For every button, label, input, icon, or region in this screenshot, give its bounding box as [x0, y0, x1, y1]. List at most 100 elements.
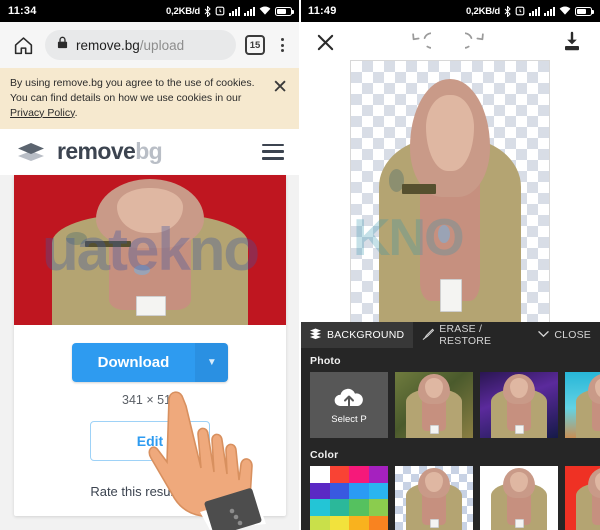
bluetooth-icon — [504, 5, 511, 17]
close-x-icon[interactable] — [316, 33, 335, 56]
status-clock: 11:49 — [308, 5, 337, 17]
palette-swatch-7[interactable] — [368, 482, 388, 499]
download-button[interactable]: Download — [71, 342, 196, 382]
cookie-text-after: . — [74, 106, 78, 119]
palette-swatch-15[interactable] — [368, 515, 388, 530]
site-header: removebg — [0, 128, 300, 175]
portrait-pin — [133, 264, 150, 276]
cloud-upload-icon — [332, 386, 366, 410]
privacy-policy-link[interactable]: Privacy Policy — [10, 107, 75, 119]
portrait-face — [426, 94, 474, 172]
color-swatch-red[interactable] — [565, 466, 600, 530]
brush-icon — [422, 328, 435, 343]
image-dimensions-label: 341 × 512 — [122, 392, 178, 407]
right-phone-screenshot: 11:49 0,2KB/d KNO BACKGROUND ERASE / RES… — [300, 0, 600, 530]
palette-swatch-12[interactable] — [310, 515, 330, 530]
color-section-label: Color — [310, 449, 339, 461]
photo-thumbnail-foliage[interactable] — [395, 372, 473, 438]
status-clock: 11:34 — [8, 5, 37, 17]
palette-swatch-14[interactable] — [349, 515, 369, 530]
palette-swatch-4[interactable] — [310, 482, 330, 499]
home-icon[interactable] — [10, 32, 36, 58]
tab-close-label: CLOSE — [554, 329, 591, 341]
cookie-text-before: By using remove.bg you agree to the use … — [10, 77, 255, 104]
color-swatch-white[interactable] — [480, 466, 558, 530]
rate-result-label: Rate this result: — [90, 483, 181, 499]
color-swatch-transparent[interactable] — [395, 466, 473, 530]
color-palette-grid[interactable] — [310, 466, 388, 530]
status-icon-group: 0,2KB/d — [166, 5, 294, 17]
palette-swatch-8[interactable] — [310, 499, 330, 516]
close-icon[interactable]: ✕ — [272, 76, 292, 97]
download-button-group[interactable]: Download ▼ — [71, 342, 229, 382]
redo-arrow-icon[interactable] — [455, 31, 487, 58]
wifi-icon — [259, 6, 271, 16]
alarm-icon — [215, 6, 225, 16]
tab-background-label: BACKGROUND — [327, 329, 405, 341]
left-phone-screenshot: 11:34 0,2KB/d remove.bg/upload 15 By usi… — [0, 0, 300, 530]
select-photo-button[interactable]: Select P — [310, 372, 388, 438]
portrait-id-badge — [440, 278, 462, 312]
photo-thumbnail-purple-stage[interactable] — [480, 372, 558, 438]
address-bar-text: remove.bg/upload — [76, 38, 184, 53]
portrait-image-cutout — [351, 72, 549, 327]
thumbnail-portrait — [565, 466, 600, 530]
brand-primary: remove — [57, 138, 136, 165]
editor-canvas[interactable]: KNO — [350, 60, 550, 328]
url-domain: remove.bg — [76, 37, 140, 53]
edit-button[interactable]: Edit — [90, 420, 210, 461]
signal-2-icon — [244, 6, 255, 16]
thumbnail-portrait — [480, 466, 558, 530]
address-bar[interactable]: remove.bg/upload — [45, 30, 236, 60]
chevron-down-icon — [538, 329, 550, 341]
signal-2-icon — [544, 6, 555, 16]
tab-background[interactable]: BACKGROUND — [300, 322, 414, 348]
color-thumbnail-row — [300, 466, 600, 530]
lock-icon — [57, 36, 68, 54]
battery-icon — [275, 6, 294, 16]
palette-swatch-2[interactable] — [349, 466, 369, 483]
result-photo: uatekno — [14, 174, 286, 325]
palette-swatch-3[interactable] — [368, 466, 388, 483]
url-path: /upload — [139, 37, 185, 53]
network-rate-label: 0,2KB/d — [166, 5, 200, 17]
palette-swatch-0[interactable] — [310, 466, 330, 483]
palette-swatch-10[interactable] — [349, 499, 369, 516]
palette-swatch-1[interactable] — [329, 466, 349, 483]
chevron-down-icon[interactable]: ▼ — [195, 342, 229, 382]
edit-row: Edit — [14, 420, 286, 461]
smiley-face-icon[interactable] — [189, 481, 210, 502]
left-status-bar: 11:34 0,2KB/d — [0, 0, 300, 22]
portrait-image — [14, 175, 286, 325]
palette-swatch-11[interactable] — [368, 499, 388, 516]
photo-thumbnail-blue-sky[interactable] — [565, 372, 600, 438]
wifi-icon — [559, 6, 571, 16]
cookie-banner-text: By using remove.bg you agree to the use … — [10, 76, 266, 121]
palette-swatch-13[interactable] — [329, 515, 349, 530]
tab-erase-restore[interactable]: ERASE / RESTORE — [413, 322, 529, 348]
thumbnail-portrait — [480, 372, 558, 438]
rate-result-row: Rate this result: — [14, 481, 286, 502]
hamburger-menu-icon[interactable] — [262, 143, 284, 160]
brand-secondary: bg — [135, 138, 163, 165]
palette-swatch-5[interactable] — [329, 482, 349, 499]
portrait-nameplate — [402, 183, 437, 195]
status-icon-group: 0,2KB/d — [466, 5, 594, 17]
undo-arrow-icon[interactable] — [409, 31, 440, 58]
right-status-bar: 11:49 0,2KB/d — [300, 0, 600, 22]
palette-swatch-9[interactable] — [329, 499, 349, 516]
tab-close[interactable]: CLOSE — [529, 322, 600, 348]
sheet-body: Photo Select P Color — [300, 348, 600, 530]
alarm-icon — [515, 6, 525, 16]
editor-tab-bar: BACKGROUND ERASE / RESTORE CLOSE — [300, 322, 600, 348]
tab-count-button[interactable]: 15 — [245, 35, 265, 55]
palette-swatch-6[interactable] — [349, 482, 369, 499]
result-card: uatekno Download ▼ 341 × 512 Edit Rate t… — [14, 174, 286, 516]
download-icon[interactable] — [560, 30, 584, 59]
thumbnail-portrait — [395, 466, 473, 530]
thumbnail-portrait — [565, 372, 600, 438]
screenshot-root: 11:34 0,2KB/d remove.bg/upload 15 By usi… — [0, 0, 600, 530]
kebab-menu-icon[interactable] — [274, 38, 290, 52]
bluetooth-icon — [204, 5, 211, 17]
photo-thumbnail-row: Select P — [300, 372, 600, 438]
